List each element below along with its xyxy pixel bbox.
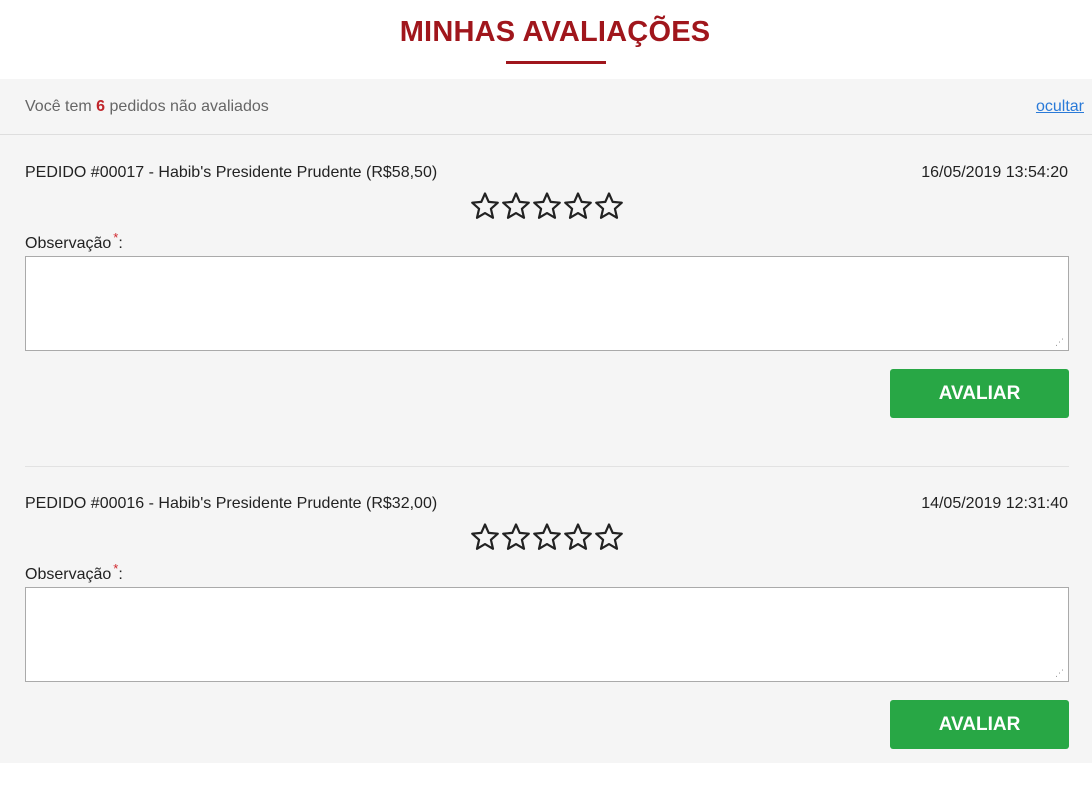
star-outline-icon[interactable] [501, 522, 531, 552]
order-review-card: PEDIDO #00017 - Habib's Presidente Prude… [0, 164, 1092, 424]
star-rating [470, 522, 624, 554]
summary-suffix: pedidos não avaliados [109, 98, 269, 115]
pending-count: 6 [96, 98, 106, 115]
pending-summary: Você tem 6 pedidos não avaliados [25, 98, 269, 116]
star-outline-icon[interactable] [563, 191, 593, 221]
observation-label: Observação *: [25, 561, 123, 584]
title-underline [506, 61, 606, 64]
reviews-panel: Você tem 6 pedidos não avaliados ocultar… [0, 79, 1092, 763]
star-outline-icon[interactable] [563, 522, 593, 552]
star-outline-icon[interactable] [532, 191, 562, 221]
star-outline-icon[interactable] [594, 522, 624, 552]
star-rating [470, 191, 624, 223]
resize-grip-icon[interactable]: ⋰ [1055, 337, 1065, 347]
summary-bar: Você tem 6 pedidos não avaliados ocultar [0, 79, 1092, 135]
order-title: PEDIDO #00017 - Habib's Presidente Prude… [25, 164, 438, 181]
summary-prefix: Você tem [25, 98, 92, 115]
star-outline-icon[interactable] [532, 522, 562, 552]
observation-label-colon: : [118, 566, 123, 583]
order-title: PEDIDO #00016 - Habib's Presidente Prude… [25, 495, 438, 512]
star-outline-icon[interactable] [470, 191, 500, 221]
observation-label: Observação *: [25, 230, 123, 253]
observation-textarea[interactable] [25, 256, 1069, 351]
star-outline-icon[interactable] [501, 191, 531, 221]
observation-label-text: Observação [25, 566, 112, 583]
order-date: 14/05/2019 12:31:40 [921, 495, 1068, 512]
star-outline-icon[interactable] [594, 191, 624, 221]
order-date: 16/05/2019 13:54:20 [921, 164, 1068, 181]
hide-link[interactable]: ocultar [1036, 98, 1084, 116]
order-divider [25, 466, 1069, 467]
resize-grip-icon[interactable]: ⋰ [1055, 668, 1065, 678]
required-mark: * [113, 230, 119, 245]
page-header: MINHAS AVALIAÇÕES [0, 0, 1092, 79]
observation-label-text: Observação [25, 235, 112, 252]
required-mark: * [113, 561, 119, 576]
observation-label-colon: : [118, 235, 123, 252]
avaliar-button[interactable]: AVALIAR [890, 369, 1069, 418]
page-title: MINHAS AVALIAÇÕES [399, 16, 711, 48]
avaliar-button[interactable]: AVALIAR [890, 700, 1069, 749]
observation-textarea[interactable] [25, 587, 1069, 682]
star-outline-icon[interactable] [470, 522, 500, 552]
order-review-card: PEDIDO #00016 - Habib's Presidente Prude… [0, 495, 1092, 755]
